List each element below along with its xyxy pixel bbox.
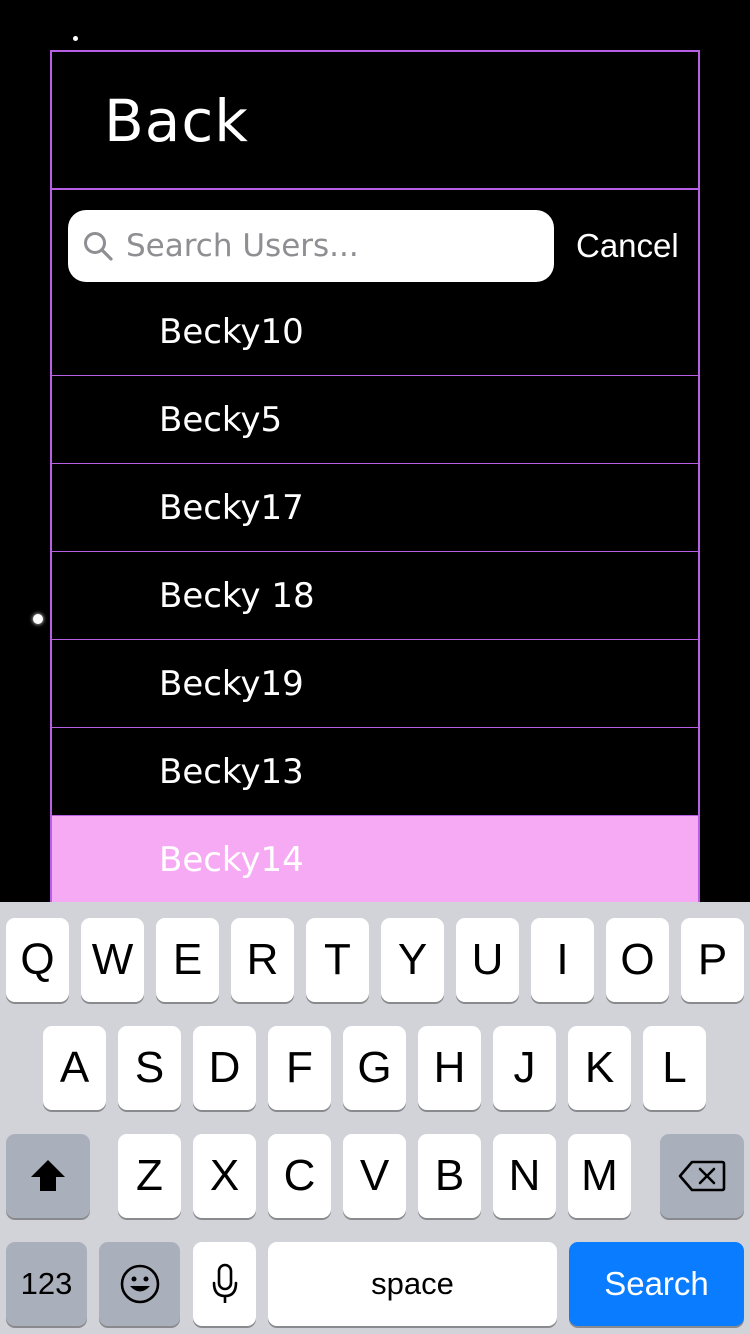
microphone-key[interactable] xyxy=(193,1242,256,1326)
microphone-icon xyxy=(212,1263,237,1303)
key-r[interactable]: R xyxy=(231,918,294,1002)
key-h[interactable]: H xyxy=(418,1026,481,1110)
key-q[interactable]: Q xyxy=(6,918,69,1002)
user-name-label: Becky17 xyxy=(159,488,304,528)
numbers-key[interactable]: 123 xyxy=(6,1242,87,1326)
user-list-item[interactable]: Becky5 xyxy=(52,376,698,464)
user-list-item[interactable]: Becky19 xyxy=(52,640,698,728)
emoji-key[interactable] xyxy=(99,1242,180,1326)
star-decoration xyxy=(33,614,43,624)
cancel-button[interactable]: Cancel xyxy=(576,226,679,266)
key-i[interactable]: I xyxy=(531,918,594,1002)
screen: Back Cancel Becky10 Becky5 Becky17 Becky 18… xyxy=(0,0,750,1334)
shift-key[interactable] xyxy=(6,1134,90,1218)
user-name-label: Becky10 xyxy=(159,312,304,352)
key-t[interactable]: T xyxy=(306,918,369,1002)
user-name-label: Becky13 xyxy=(159,752,304,792)
key-j[interactable]: J xyxy=(493,1026,556,1110)
key-z[interactable]: Z xyxy=(118,1134,181,1218)
onscreen-keyboard: 123 space Search QWERTYUIOP ASDFGHJKL ZXCV… xyxy=(0,902,750,1334)
header-bar: Back xyxy=(52,52,698,190)
key-e[interactable]: E xyxy=(156,918,219,1002)
key-g[interactable]: G xyxy=(343,1026,406,1110)
key-u[interactable]: U xyxy=(456,918,519,1002)
search-key[interactable]: Search xyxy=(569,1242,744,1326)
user-list-item[interactable]: Becky10 xyxy=(52,288,698,376)
delete-icon xyxy=(678,1160,726,1192)
delete-key[interactable] xyxy=(660,1134,744,1218)
key-n[interactable]: N xyxy=(493,1134,556,1218)
key-w[interactable]: W xyxy=(81,918,144,1002)
key-l[interactable]: L xyxy=(643,1026,706,1110)
user-list-item[interactable]: Becky14 xyxy=(52,816,698,904)
shift-icon xyxy=(31,1160,65,1191)
emoji-icon xyxy=(120,1264,159,1304)
space-key[interactable]: space xyxy=(268,1242,557,1326)
key-f[interactable]: F xyxy=(268,1026,331,1110)
user-list: Becky10 Becky5 Becky17 Becky 18 Becky19 Becky… xyxy=(52,288,698,904)
key-p[interactable]: P xyxy=(681,918,744,1002)
key-d[interactable]: D xyxy=(193,1026,256,1110)
key-b[interactable]: B xyxy=(418,1134,481,1218)
key-x[interactable]: X xyxy=(193,1134,256,1218)
search-field[interactable] xyxy=(68,210,554,282)
key-s[interactable]: S xyxy=(118,1026,181,1110)
user-search-panel: Back Cancel Becky10 Becky5 Becky17 Becky 18… xyxy=(50,50,700,920)
user-list-item[interactable]: Becky17 xyxy=(52,464,698,552)
key-m[interactable]: M xyxy=(568,1134,631,1218)
back-button[interactable]: Back xyxy=(104,86,249,156)
user-name-label: Becky19 xyxy=(159,664,304,704)
user-list-item[interactable]: Becky 18 xyxy=(52,552,698,640)
search-bar: Cancel xyxy=(52,190,698,298)
key-c[interactable]: C xyxy=(268,1134,331,1218)
user-list-item[interactable]: Becky13 xyxy=(52,728,698,816)
key-o[interactable]: O xyxy=(606,918,669,1002)
user-name-label: Becky 18 xyxy=(159,576,315,616)
key-v[interactable]: V xyxy=(343,1134,406,1218)
search-input[interactable] xyxy=(126,220,536,272)
key-k[interactable]: K xyxy=(568,1026,631,1110)
key-y[interactable]: Y xyxy=(381,918,444,1002)
user-name-label: Becky5 xyxy=(159,400,283,440)
user-name-label: Becky14 xyxy=(159,840,304,880)
star-decoration xyxy=(73,36,78,41)
search-icon xyxy=(84,232,113,261)
key-a[interactable]: A xyxy=(43,1026,106,1110)
